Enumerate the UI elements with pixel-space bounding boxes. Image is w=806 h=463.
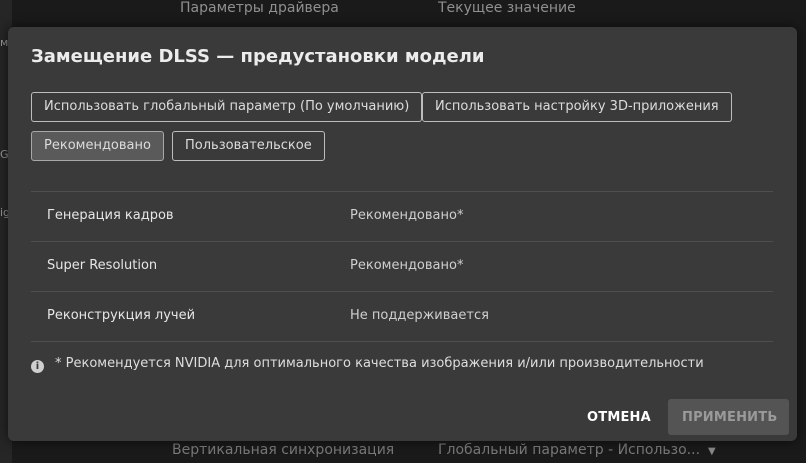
recommendation-note: i * Рекомендуется NVIDIA для оптимального… [31, 356, 704, 373]
vsync-dropdown[interactable]: Глобальный параметр - Использо... ▼ [438, 442, 716, 458]
preset-table: Генерация кадров Рекомендовано* Super Re… [31, 191, 773, 342]
vsync-value: Глобальный параметр - Использо... [438, 442, 701, 458]
row-name-frame-generation: Генерация кадров [47, 208, 174, 223]
info-icon: i [31, 360, 44, 373]
option-global-default-button[interactable]: Использовать глобальный параметр (По умо… [31, 92, 423, 122]
chevron-down-icon: ▼ [708, 446, 716, 457]
table-row: Реконструкция лучей Не поддерживается [31, 291, 773, 342]
option-recommended-button[interactable]: Рекомендовано [31, 131, 164, 161]
header-current-value: Текущее значение [438, 0, 576, 16]
row-value: Рекомендовано* [350, 208, 464, 223]
option-app-setting-button[interactable]: Использовать настройку 3D-приложения [422, 92, 732, 122]
table-row: Генерация кадров Рекомендовано* [31, 191, 773, 241]
cancel-button[interactable]: ОТМЕНА [573, 399, 665, 435]
row-value: Не поддерживается [350, 308, 489, 323]
row-name-super-resolution: Super Resolution [47, 258, 158, 273]
dialog-title: Замещение DLSS — предустановки модели [31, 46, 485, 67]
note-text: * Рекомендуется NVIDIA для оптимального … [55, 356, 704, 371]
vsync-label: Вертикальная синхронизация [172, 442, 395, 458]
background-table-header: Параметры драйвера Текущее значение [0, 0, 806, 30]
row-name-ray-reconstruction: Реконструкция лучей [47, 308, 196, 323]
background-row-vsync: Вертикальная синхронизация Глобальный па… [0, 441, 806, 463]
row-value: Рекомендовано* [350, 258, 464, 273]
dlss-preset-dialog: Замещение DLSS — предустановки модели Ис… [8, 27, 797, 441]
option-custom-button[interactable]: Пользовательское [172, 131, 325, 161]
table-row: Super Resolution Рекомендовано* [31, 241, 773, 291]
apply-button[interactable]: ПРИМЕНИТЬ [668, 399, 789, 435]
header-driver-settings: Параметры драйвера [180, 0, 339, 16]
